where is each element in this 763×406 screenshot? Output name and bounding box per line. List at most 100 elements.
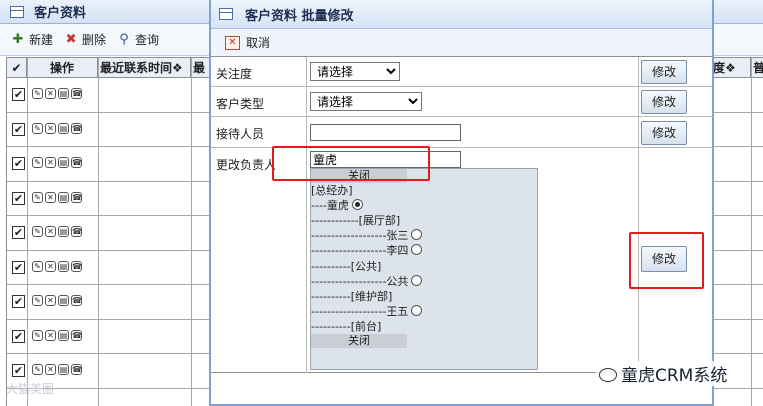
delete-button[interactable]: ✖ 删除 <box>63 31 106 48</box>
radio-zhangsan[interactable] <box>411 229 423 240</box>
tree-item-lisi[interactable]: -------------------李四 <box>311 243 423 258</box>
select-all-checkbox[interactable]: ✔ <box>7 58 27 78</box>
delete-icon[interactable]: ✕ <box>45 295 56 306</box>
query-button[interactable]: ⚲ 查询 <box>116 31 159 48</box>
row-actions: ✎ ✕ ▤ ☎ <box>32 122 82 134</box>
delete-icon[interactable]: ✕ <box>45 122 56 134</box>
row-actions: ✎ ✕ ▤ ☎ <box>32 260 82 272</box>
radio-wangwu[interactable] <box>411 305 423 316</box>
view-icon[interactable]: ▤ <box>58 122 69 134</box>
edit-icon[interactable]: ✎ <box>32 364 43 375</box>
radio-tonghu[interactable] <box>351 199 363 210</box>
edit-icon[interactable]: ✎ <box>32 191 43 203</box>
delete-icon[interactable]: ✕ <box>45 364 56 375</box>
phone-icon[interactable]: ☎ <box>71 122 82 134</box>
row-checkbox[interactable]: ✔ <box>12 295 25 308</box>
row-actions: ✎ ✕ ▤ ☎ <box>32 157 82 168</box>
field-row-attention: 关注度 请选择 修改 <box>211 57 712 87</box>
new-label: 新建 <box>29 33 54 47</box>
row-checkbox[interactable]: ✔ <box>12 329 25 343</box>
row-actions: ✎ ✕ ▤ ☎ <box>32 295 82 306</box>
phone-icon[interactable]: ☎ <box>71 364 82 375</box>
phone-icon[interactable]: ☎ <box>71 226 82 237</box>
delete-icon[interactable]: ✕ <box>45 226 56 237</box>
view-icon[interactable]: ▤ <box>58 295 69 306</box>
edit-icon[interactable]: ✎ <box>32 226 43 237</box>
new-button[interactable]: ✚ 新建 <box>10 31 53 48</box>
modify-receptionist-button[interactable]: 修改 <box>641 121 687 145</box>
row-checkbox[interactable]: ✔ <box>12 260 25 274</box>
tree-item-zhangsan[interactable]: -------------------张三 <box>311 228 423 243</box>
header-last-contact[interactable]: 最近联系时间❖ <box>98 58 191 78</box>
row-checkbox[interactable]: ✔ <box>12 122 25 136</box>
delete-icon[interactable]: ✕ <box>45 88 56 99</box>
row-actions: ✎ ✕ ▤ ☎ <box>32 364 82 375</box>
close-picker-bottom[interactable]: 关闭 <box>311 334 407 348</box>
row-checkbox[interactable]: ✔ <box>12 364 25 377</box>
header-last-contact-2[interactable]: 最 <box>191 58 211 78</box>
edit-icon[interactable]: ✎ <box>32 295 43 306</box>
tree-group-showroom: ------------[展厅部] <box>311 214 401 227</box>
phone-icon[interactable]: ☎ <box>71 88 82 99</box>
owner-label: 更改负责人 <box>216 158 277 172</box>
phone-icon[interactable]: ☎ <box>71 329 82 341</box>
row-checkbox[interactable]: ✔ <box>12 88 25 101</box>
edit-icon[interactable]: ✎ <box>32 88 43 99</box>
view-icon[interactable]: ▤ <box>58 364 69 375</box>
view-icon[interactable]: ▤ <box>58 260 69 272</box>
owner-picker-dropdown: 关闭 [总经办] ----童虎 ------------[展厅部] ------… <box>310 168 538 370</box>
dialog-toolbar: ✕ 取消 <box>211 29 712 57</box>
header-common[interactable]: 普 <box>751 58 763 78</box>
edit-icon[interactable]: ✎ <box>32 329 43 341</box>
view-icon[interactable]: ▤ <box>58 157 69 168</box>
row-actions: ✎ ✕ ▤ ☎ <box>32 329 82 341</box>
tree-item-label: -------------------张三 <box>311 229 409 242</box>
phone-icon[interactable]: ☎ <box>71 295 82 306</box>
view-icon[interactable]: ▤ <box>58 191 69 203</box>
tree-item-public[interactable]: -------------------公共 <box>311 274 423 289</box>
view-icon[interactable]: ▤ <box>58 226 69 237</box>
tree-item-wangwu[interactable]: -------------------王五 <box>311 304 423 319</box>
row-actions: ✎ ✕ ▤ ☎ <box>32 191 82 203</box>
delete-icon[interactable]: ✕ <box>45 329 56 341</box>
window-icon <box>10 5 24 18</box>
row-checkbox[interactable]: ✔ <box>12 157 25 170</box>
view-icon[interactable]: ▤ <box>58 88 69 99</box>
tree-item-tonghu[interactable]: ----童虎 <box>311 198 363 213</box>
customer-type-label: 客户类型 <box>216 97 265 111</box>
cancel-button[interactable]: ✕ 取消 <box>225 34 270 51</box>
dialog-title-bar[interactable]: 客户资料 批量修改 <box>211 0 712 29</box>
tree-group-frontdesk: ----------[前台] <box>311 320 382 333</box>
receptionist-input[interactable] <box>310 124 461 141</box>
modify-attention-button[interactable]: 修改 <box>641 60 687 84</box>
dialog-title: 客户资料 批量修改 <box>245 8 354 24</box>
row-checkbox[interactable]: ✔ <box>12 191 25 205</box>
attention-select[interactable]: 请选择 <box>310 62 400 81</box>
phone-icon[interactable]: ☎ <box>71 191 82 203</box>
cancel-icon: ✕ <box>225 35 240 50</box>
radio-public[interactable] <box>411 275 423 286</box>
customer-type-select[interactable]: 请选择 <box>310 92 422 111</box>
delete-icon[interactable]: ✕ <box>45 260 56 272</box>
row-checkbox[interactable]: ✔ <box>12 226 25 239</box>
cancel-label: 取消 <box>246 36 271 50</box>
edit-icon[interactable]: ✎ <box>32 122 43 134</box>
edit-icon[interactable]: ✎ <box>32 157 43 168</box>
header-attention[interactable]: 度❖ <box>711 58 751 78</box>
delete-icon[interactable]: ✕ <box>45 157 56 168</box>
view-icon[interactable]: ▤ <box>58 329 69 341</box>
field-row-customer-type: 客户类型 请选择 修改 <box>211 87 712 117</box>
highlight-modify-button <box>629 232 704 289</box>
search-icon: ⚲ <box>119 31 129 47</box>
modify-customer-type-button[interactable]: 修改 <box>641 90 687 114</box>
phone-icon[interactable]: ☎ <box>71 260 82 272</box>
radio-lisi[interactable] <box>411 244 423 255</box>
tree-item-label: ----童虎 <box>311 199 349 212</box>
watermark-left: 大猫美圈 <box>6 382 55 396</box>
tree-group-maintenance: ----------[维护部] <box>311 290 393 303</box>
edit-icon[interactable]: ✎ <box>32 260 43 272</box>
delete-icon[interactable]: ✕ <box>45 191 56 203</box>
tree-item-label: -------------------王五 <box>311 305 409 318</box>
phone-icon[interactable]: ☎ <box>71 157 82 168</box>
header-actions: 操作 <box>27 58 98 78</box>
